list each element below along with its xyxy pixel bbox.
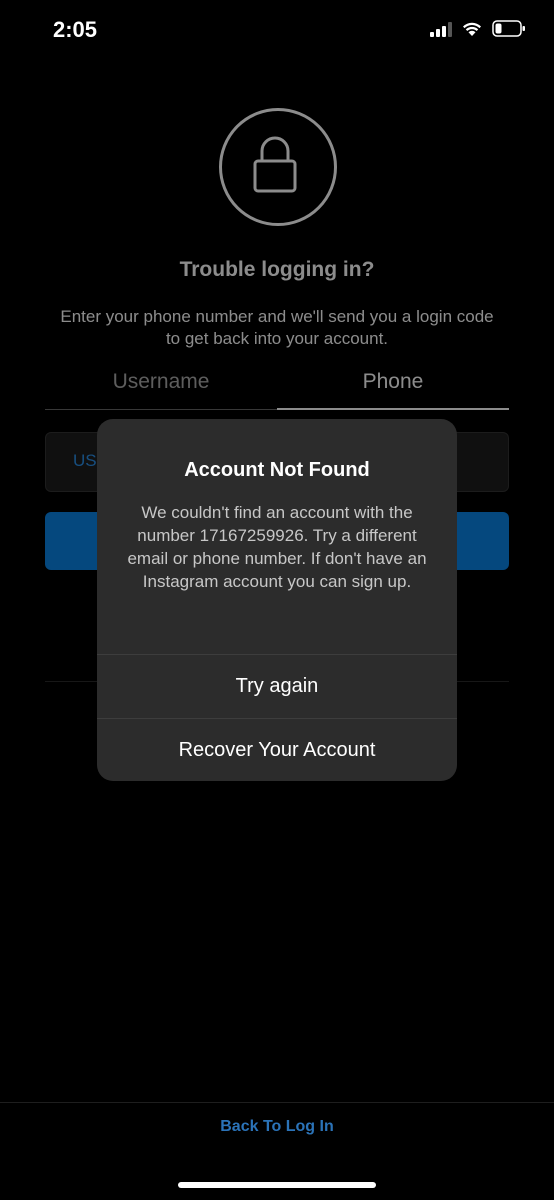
account-not-found-alert: Account Not Found We couldn't find an ac… <box>97 419 457 781</box>
page-description: Enter your phone number and we'll send y… <box>60 307 494 348</box>
try-again-button[interactable]: Try again <box>97 654 457 718</box>
tab-phone[interactable]: Phone <box>277 366 509 410</box>
recover-account-button[interactable]: Recover Your Account <box>97 718 457 781</box>
alert-message: We couldn't find an account with the num… <box>127 503 427 591</box>
tab-bar: Username Phone <box>45 366 509 410</box>
lock-icon <box>219 108 337 226</box>
page-title: Trouble logging in? <box>179 258 375 281</box>
tab-username[interactable]: Username <box>45 366 277 410</box>
alert-title: Account Not Found <box>184 459 370 481</box>
back-to-login-link[interactable]: Back To Log In <box>0 1118 554 1136</box>
footer-divider <box>0 1102 554 1103</box>
home-indicator[interactable] <box>178 1182 376 1188</box>
country-code-selector[interactable]: US <box>73 451 97 471</box>
